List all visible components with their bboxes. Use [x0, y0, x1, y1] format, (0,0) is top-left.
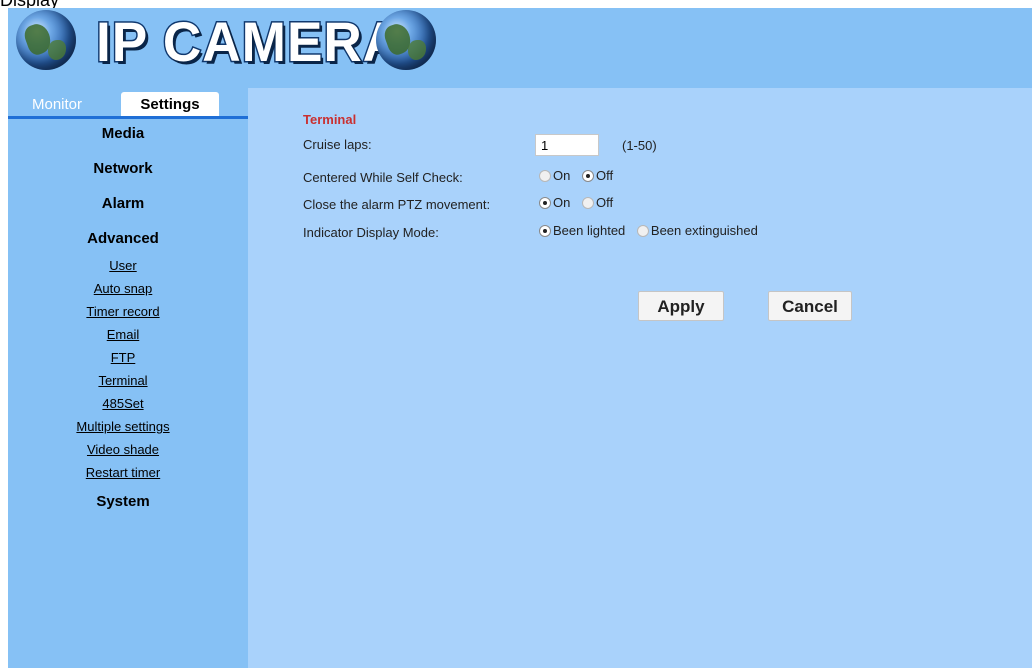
link-user[interactable]: User [8, 254, 238, 277]
link-video-shade[interactable]: Video shade [8, 438, 238, 461]
link-multiple-settings[interactable]: Multiple settings [8, 415, 238, 438]
centered-on-radio[interactable] [539, 169, 551, 182]
centered-self-check-label: Centered While Self Check: [303, 170, 463, 185]
link-auto-snap[interactable]: Auto snap [8, 277, 238, 300]
settings-menu: Media Network Alarm Advanced User Auto s… [8, 120, 248, 519]
close-alarm-off-label: Off [595, 195, 614, 211]
sidebar: Monitor Settings Media Network Alarm Adv… [8, 88, 248, 668]
centered-off-label: Off [595, 168, 614, 184]
link-restart-timer[interactable]: Restart timer [8, 461, 238, 484]
section-title: Terminal [303, 112, 357, 127]
globe-icon [376, 10, 436, 70]
menu-network[interactable]: Network [8, 151, 238, 186]
menu-system[interactable]: System [8, 484, 238, 519]
indicator-lighted-radio[interactable] [539, 224, 551, 237]
close-alarm-on-radio[interactable] [539, 196, 551, 209]
link-timer-record[interactable]: Timer record [8, 300, 238, 323]
globe-icon [16, 10, 76, 70]
cancel-button[interactable]: Cancel [768, 291, 852, 321]
apply-button[interactable]: Apply [638, 291, 724, 321]
content-panel: Terminal Cruise laps: (1-50) Centered Wh… [248, 88, 1032, 668]
tab-settings[interactable]: Settings [121, 92, 219, 118]
menu-media[interactable]: Media [8, 116, 238, 151]
tab-bar: Monitor Settings [8, 88, 248, 119]
close-alarm-ptz-label: Close the alarm PTZ movement: [303, 197, 491, 212]
advanced-submenu: User Auto snap Timer record Email FTP Te… [8, 254, 238, 484]
cruise-laps-label: Cruise laps: [303, 137, 372, 152]
centered-on-label: On [553, 168, 571, 184]
indicator-mode-label: Indicator Display Mode: [303, 225, 439, 240]
close-alarm-off-radio[interactable] [581, 196, 594, 209]
link-terminal[interactable]: Terminal [8, 369, 238, 392]
cruise-laps-range: (1-50) [622, 138, 657, 153]
header-banner: IP CAMERA [8, 8, 1032, 88]
link-485set[interactable]: 485Set [8, 392, 238, 415]
link-ftp[interactable]: FTP [8, 346, 238, 369]
logo-title: IP CAMERA [95, 9, 403, 75]
link-email[interactable]: Email [8, 323, 238, 346]
indicator-extinguished-radio[interactable] [636, 224, 649, 237]
close-alarm-on-label: On [553, 195, 571, 211]
centered-off-radio[interactable] [581, 169, 594, 182]
cruise-laps-input[interactable] [535, 134, 599, 156]
menu-advanced[interactable]: Advanced [8, 221, 238, 256]
indicator-lighted-label: Been lighted [553, 223, 626, 239]
indicator-extinguished-label: Been extinguished [650, 223, 758, 239]
menu-alarm[interactable]: Alarm [8, 186, 238, 221]
tab-monitor[interactable]: Monitor [26, 92, 88, 118]
